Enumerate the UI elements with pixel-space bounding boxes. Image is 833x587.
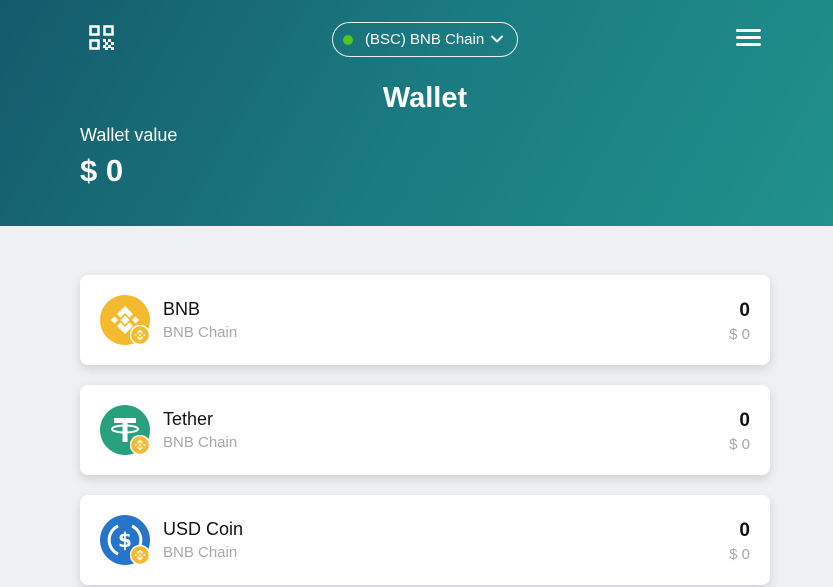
- wallet-value-label: Wallet value: [80, 125, 178, 145]
- page-title: Wallet: [382, 82, 468, 114]
- asset-fiat-value: $ 0: [729, 546, 750, 563]
- asset-chain: BNB Chain: [163, 544, 238, 561]
- wallet-header: (BSC) BNB Chain Wallet Wallet value $ 0: [0, 0, 833, 226]
- asset-chain: BNB Chain: [163, 434, 238, 451]
- asset-name: Tether: [163, 409, 214, 429]
- asset-chain: BNB Chain: [163, 324, 238, 341]
- network-status-dot: [343, 34, 353, 45]
- bnb-chain-badge-icon: [129, 324, 151, 346]
- hamburger-menu-icon[interactable]: [736, 27, 762, 47]
- asset-card-bnb[interactable]: BNB BNB Chain 0 $ 0: [80, 275, 770, 365]
- wallet-value-amount: $ 0: [80, 153, 124, 188]
- qr-code-icon[interactable]: [89, 25, 114, 50]
- network-selector[interactable]: (BSC) BNB Chain: [332, 22, 518, 57]
- asset-name: USD Coin: [163, 519, 244, 539]
- asset-amount: 0: [739, 410, 750, 431]
- asset-amount: 0: [739, 520, 750, 541]
- asset-card-tether[interactable]: Tether BNB Chain 0 $ 0: [80, 385, 770, 475]
- asset-card-usd-coin[interactable]: $ USD Coin BNB Chain 0 $ 0: [80, 495, 770, 585]
- asset-name: BNB: [163, 299, 201, 319]
- bnb-chain-badge-icon: [129, 434, 151, 456]
- chevron-down-icon: [490, 32, 504, 46]
- network-label: (BSC) BNB Chain: [365, 31, 485, 48]
- asset-fiat-value: $ 0: [729, 326, 750, 343]
- bnb-chain-badge-icon: [129, 544, 151, 566]
- asset-fiat-value: $ 0: [729, 436, 750, 453]
- asset-amount: 0: [739, 300, 750, 321]
